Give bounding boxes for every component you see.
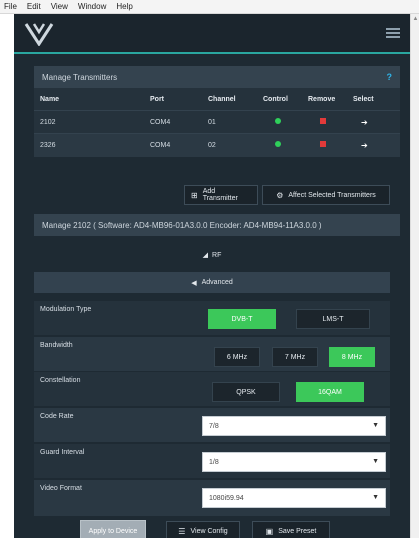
table-header-row: Name Port Channel Control Remove Select <box>34 88 400 110</box>
row-channel: 01 <box>202 110 257 134</box>
modulation-row: Modulation Type DVB-T LMS-T <box>34 301 390 335</box>
save-preset-label: Save Preset <box>278 527 317 535</box>
app-header <box>14 14 410 54</box>
bandwidth-label: Bandwidth <box>40 342 73 349</box>
control-cell <box>257 110 302 134</box>
control-cell <box>257 133 302 157</box>
guard-interval-label: Guard Interval <box>40 449 85 456</box>
transmitters-panel-header: Manage Transmitters ? <box>34 66 400 88</box>
row-name: 2326 <box>34 133 144 157</box>
caret-down-icon: ▼ <box>372 458 379 465</box>
bandwidth-option-6mhz[interactable]: 6 MHz <box>214 347 260 367</box>
rf-section[interactable]: ◢ RF <box>34 246 390 264</box>
control-status-icon[interactable] <box>275 118 281 124</box>
video-format-select[interactable]: 1080i59.94 ▼ <box>202 488 386 508</box>
plus-icon: ⊞ <box>191 190 198 200</box>
remove-cell <box>302 110 347 134</box>
guard-interval-row: Guard Interval 1/8 ▼ <box>34 444 390 478</box>
modulation-option-dvbt[interactable]: DVB-T <box>208 309 276 329</box>
megaphone-icon: ◀ <box>191 279 197 287</box>
select-cell: ➔ <box>347 133 400 157</box>
app-window: Manage Transmitters ? Name Port Channel … <box>14 14 410 538</box>
help-icon[interactable]: ? <box>387 72 393 82</box>
window-scrollbar[interactable]: ▲ <box>410 14 419 538</box>
menu-file[interactable]: File <box>4 2 17 11</box>
menu-window[interactable]: Window <box>78 2 106 11</box>
col-control: Control <box>263 95 288 103</box>
add-transmitter-button[interactable]: ⊞ Add Transmitter <box>184 185 258 205</box>
bandwidth-row: Bandwidth 6 MHz 7 MHz 8 MHz <box>34 337 390 371</box>
row-port: COM4 <box>144 133 202 157</box>
advanced-label: Advanced <box>201 279 233 286</box>
row-channel: 02 <box>202 133 257 157</box>
view-config-label: View Config <box>190 527 228 535</box>
menu-edit[interactable]: Edit <box>27 2 41 11</box>
select-cell: ➔ <box>347 110 400 134</box>
apply-to-device-button[interactable]: Apply to Device <box>80 520 146 538</box>
modulation-option-lmst[interactable]: LMS-T <box>296 309 370 329</box>
save-icon: ▣ <box>265 526 274 536</box>
video-format-row: Video Format 1080i59.94 ▼ <box>34 480 390 516</box>
transmitters-rows: 2102 COM4 01 ➔ 2326 COM4 02 ➔ <box>34 110 400 157</box>
transmitters-body: 2102 COM4 01 ➔ 2326 COM4 02 ➔ <box>34 110 400 157</box>
remove-cell <box>302 133 347 157</box>
caret-down-icon: ▼ <box>372 494 379 501</box>
transmitters-title: Manage Transmitters <box>42 72 118 82</box>
bandwidth-option-8mhz[interactable]: 8 MHz <box>329 347 375 367</box>
constellation-option-qpsk[interactable]: QPSK <box>212 382 280 402</box>
signal-icon: ◢ <box>202 252 209 259</box>
constellation-option-16qam[interactable]: 16QAM <box>296 382 364 402</box>
guard-interval-value: 1/8 <box>209 458 219 466</box>
row-name: 2102 <box>34 110 144 134</box>
add-transmitter-label: Add Transmitter <box>202 188 238 202</box>
table-row[interactable]: 2102 COM4 01 ➔ <box>34 110 400 134</box>
col-remove: Remove <box>308 95 336 103</box>
manage-device-header: Manage 2102 ( Software: AD4-MB96-01A3.0.… <box>34 214 400 236</box>
code-rate-value: 7/8 <box>209 422 219 430</box>
col-channel: Channel <box>208 95 236 103</box>
code-rate-label: Code Rate <box>40 413 74 420</box>
col-name: Name <box>40 95 60 103</box>
transmitters-table: Name Port Channel Control Remove Select <box>34 88 400 110</box>
select-arrow-icon[interactable]: ➔ <box>361 118 368 127</box>
code-rate-select[interactable]: 7/8 ▼ <box>202 416 386 436</box>
menu-bar: File Edit View Window Help <box>0 0 419 14</box>
v-logo-icon <box>24 23 54 46</box>
col-port: Port <box>150 95 164 103</box>
select-arrow-icon[interactable]: ➔ <box>361 141 368 150</box>
video-format-label: Video Format <box>40 485 82 492</box>
menu-view[interactable]: View <box>51 2 68 11</box>
col-select: Select <box>353 95 374 103</box>
list-icon: ☰ <box>178 526 186 536</box>
guard-interval-select[interactable]: 1/8 ▼ <box>202 452 386 472</box>
remove-icon[interactable] <box>320 118 326 124</box>
constellation-label: Constellation <box>40 377 81 384</box>
menu-help[interactable]: Help <box>116 2 132 11</box>
table-row[interactable]: 2326 COM4 02 ➔ <box>34 133 400 157</box>
affect-selected-label: Affect Selected Transmitters <box>288 191 376 199</box>
video-format-value: 1080i59.94 <box>209 494 244 502</box>
settings-icon: ⚙ <box>276 190 284 200</box>
manage-device-title: Manage 2102 ( Software: AD4-MB96-01A3.0.… <box>42 220 322 230</box>
advanced-tab[interactable]: ◀ Advanced <box>34 272 390 293</box>
hamburger-icon[interactable] <box>386 28 400 38</box>
code-rate-row: Code Rate 7/8 ▼ <box>34 408 390 442</box>
affect-selected-button[interactable]: ⚙ Affect Selected Transmitters <box>262 185 390 205</box>
bandwidth-option-7mhz[interactable]: 7 MHz <box>272 347 318 367</box>
control-status-icon[interactable] <box>275 141 281 148</box>
scroll-up-arrow-icon[interactable]: ▲ <box>412 16 419 23</box>
remove-icon[interactable] <box>320 141 326 148</box>
row-port: COM4 <box>144 110 202 134</box>
rf-label: RF <box>212 251 222 259</box>
view-config-button[interactable]: ☰ View Config <box>166 521 240 538</box>
constellation-row: Constellation QPSK 16QAM <box>34 372 390 406</box>
save-preset-button[interactable]: ▣ Save Preset <box>252 521 330 538</box>
caret-down-icon: ▼ <box>372 422 379 429</box>
modulation-label: Modulation Type <box>40 306 92 313</box>
